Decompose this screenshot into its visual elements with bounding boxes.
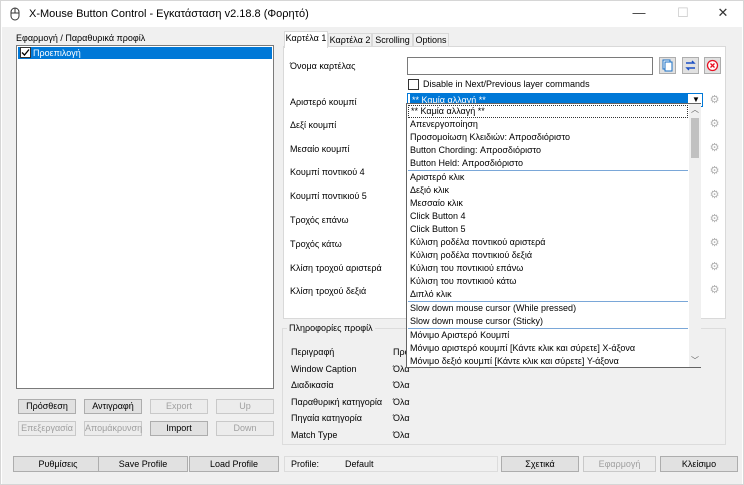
info-label-window-caption: Window Caption bbox=[291, 364, 357, 374]
up-button[interactable]: Up bbox=[216, 399, 274, 414]
info-label-window-class: Παραθυρική κατηγορία bbox=[291, 397, 383, 407]
row-label-wheel-down: Τροχός κάτω bbox=[290, 239, 342, 249]
title-bar: X-Mouse Button Control - Εγκατάσταση v2.… bbox=[1, 1, 743, 27]
info-label-match-type: Match Type bbox=[291, 430, 338, 440]
down-button[interactable]: Down bbox=[216, 421, 274, 436]
profile-status-field: Profile: Default bbox=[284, 456, 498, 472]
add-profile-button[interactable]: Πρόσθεση bbox=[18, 399, 76, 414]
info-value-parent-class: Όλα bbox=[393, 413, 410, 423]
import-button[interactable]: Import bbox=[150, 421, 208, 436]
gear-icon[interactable]: ⚙ bbox=[707, 236, 722, 250]
mouse-app-icon bbox=[10, 7, 20, 21]
load-profile-button[interactable]: Load Profile bbox=[189, 456, 279, 472]
info-value-window-class: Όλα bbox=[393, 397, 410, 407]
dropdown-item[interactable]: Κύλιση του ποντικιού κάτω bbox=[408, 275, 688, 288]
close-window-button[interactable]: ✕ bbox=[703, 1, 743, 25]
row-label-wheel-up: Τροχός επάνω bbox=[290, 215, 349, 225]
gear-icon[interactable]: ⚙ bbox=[707, 117, 722, 131]
gear-icon[interactable]: ⚙ bbox=[707, 283, 722, 297]
dropdown-item[interactable]: Slow down mouse cursor (While pressed) bbox=[408, 302, 688, 315]
dropdown-scrollbar[interactable]: ︿ ﹀ bbox=[689, 104, 701, 367]
info-value-match-type: Όλα bbox=[393, 430, 410, 440]
row-label-middle-button: Μεσαίο κουμπί bbox=[290, 144, 350, 154]
tab-clear-button[interactable] bbox=[704, 57, 721, 74]
apply-button[interactable]: Εφαρμογή bbox=[583, 456, 656, 472]
swap-arrows-icon bbox=[685, 60, 696, 71]
minimize-button[interactable]: — bbox=[619, 1, 659, 25]
row-label-right-button: Δεξί κουμπί bbox=[290, 120, 337, 130]
dropdown-item[interactable]: Μεσσαίο κλικ bbox=[408, 197, 688, 210]
dropdown-item[interactable]: Δεξιό κλικ bbox=[408, 184, 688, 197]
copy-profile-button[interactable]: Αντιγραφή bbox=[84, 399, 142, 414]
window-title: X-Mouse Button Control - Εγκατάσταση v2.… bbox=[29, 8, 309, 20]
dropdown-item[interactable]: Διπλό κλικ bbox=[408, 288, 688, 301]
dropdown-item[interactable]: Απενεργοποίηση bbox=[408, 118, 688, 131]
disable-layer-checkbox[interactable] bbox=[408, 79, 419, 90]
dropdown-item[interactable]: Μόνιμο Αριστερό Κουμπί bbox=[408, 329, 688, 342]
chevron-up-icon[interactable]: ︿ bbox=[689, 104, 701, 116]
clear-circle-icon bbox=[706, 59, 719, 72]
row-label-tilt-right: Κλίση τροχού δεξιά bbox=[290, 286, 367, 296]
copy-icon bbox=[662, 59, 673, 72]
gear-icon[interactable]: ⚙ bbox=[707, 260, 722, 274]
save-profile-button[interactable]: Save Profile bbox=[98, 456, 188, 472]
scrollbar-thumb[interactable] bbox=[691, 118, 699, 158]
info-label-process: Διαδικασία bbox=[291, 380, 334, 390]
dropdown-item[interactable]: Click Button 4 bbox=[408, 210, 688, 223]
dropdown-item[interactable]: Button Held: Απροσδιόριστο bbox=[408, 157, 688, 170]
tab-1[interactable]: Καρτέλα 1 bbox=[284, 31, 328, 48]
dropdown-item[interactable]: Κύλιση του ποντικιού επάνω bbox=[408, 262, 688, 275]
profile-checkbox[interactable] bbox=[20, 47, 31, 58]
tab-swap-button[interactable] bbox=[682, 57, 699, 74]
disable-layer-label: Disable in Next/Previous layer commands bbox=[423, 79, 590, 89]
close-button[interactable]: Κλείσιμο bbox=[660, 456, 738, 472]
dropdown-item[interactable]: Slow down mouse cursor (Sticky) bbox=[408, 315, 688, 328]
checkmark-icon bbox=[21, 49, 30, 56]
gear-icon[interactable]: ⚙ bbox=[707, 141, 722, 155]
chevron-down-icon[interactable]: ﹀ bbox=[689, 355, 701, 367]
dropdown-item[interactable]: Κύλιση ροδέλα ποντικού αριστερά bbox=[408, 236, 688, 249]
row-label-button-5: Κουμπί ποντικιού 5 bbox=[290, 191, 367, 201]
gear-icon[interactable]: ⚙ bbox=[707, 188, 722, 202]
profiles-list[interactable]: Προεπιλογή bbox=[16, 45, 274, 389]
remove-profile-button[interactable]: Απομάκρυνση bbox=[84, 421, 142, 436]
gear-icon[interactable]: ⚙ bbox=[707, 93, 722, 107]
dropdown-item[interactable]: Μόνιμο δεξιό κουμπί [Κάντε κλικ και σύρε… bbox=[408, 355, 688, 368]
info-value-process: Όλα bbox=[393, 380, 410, 390]
profile-info-header: Πληροφορίες προφίλ bbox=[287, 323, 375, 333]
main-window: X-Mouse Button Control - Εγκατάσταση v2.… bbox=[0, 0, 744, 485]
gear-icon[interactable]: ⚙ bbox=[707, 164, 722, 178]
profiles-header: Εφαρμογή / Παραθυρικά προφίλ bbox=[16, 33, 146, 43]
tab-name-input[interactable] bbox=[407, 57, 653, 75]
edit-profile-button[interactable]: Επεξεργασία bbox=[18, 421, 76, 436]
tab-copy-button[interactable] bbox=[659, 57, 676, 74]
profile-status-label: Profile: bbox=[291, 459, 320, 469]
dropdown-item[interactable]: Κύλιση ροδέλα ποντικιού δεξιά bbox=[408, 249, 688, 262]
about-button[interactable]: Σχετικά bbox=[501, 456, 579, 472]
dropdown-item[interactable]: Click Button 5 bbox=[408, 223, 688, 236]
profile-item-default[interactable]: Προεπιλογή bbox=[18, 47, 272, 59]
profile-status-value: Default bbox=[345, 459, 374, 469]
profile-item-label: Προεπιλογή bbox=[33, 48, 81, 58]
info-label-parent-class: Πηγαία κατηγορία bbox=[291, 413, 362, 423]
dropdown-item[interactable]: Μόνιμο αριστερό κουμπί [Κάντε κλικ και σ… bbox=[408, 342, 688, 355]
export-button[interactable]: Export bbox=[150, 399, 208, 414]
client-area: Εφαρμογή / Παραθυρικά προφίλ Προεπιλογή … bbox=[2, 27, 742, 484]
maximize-button: ☐ bbox=[677, 5, 689, 20]
settings-button[interactable]: Ρυθμίσεις bbox=[13, 456, 103, 472]
row-label-tilt-left: Κλίση τροχού αριστερά bbox=[290, 263, 382, 273]
action-dropdown-list[interactable]: ** Καμία αλλαγή ** Απενεργοποίηση Προσομ… bbox=[406, 103, 701, 368]
dropdown-item[interactable]: ** Καμία αλλαγή ** bbox=[408, 105, 688, 118]
row-label-left-button: Αριστερό κουμπί bbox=[290, 97, 357, 107]
gear-icon[interactable]: ⚙ bbox=[707, 212, 722, 226]
tab-name-label: Όνομα καρτέλας bbox=[290, 61, 356, 71]
row-label-button-4: Κουμπί ποντικού 4 bbox=[290, 167, 365, 177]
dropdown-item[interactable]: Αριστερό κλικ bbox=[408, 171, 688, 184]
dropdown-item[interactable]: Προσομοίωση Κλειδιών: Απροσδιόριστο bbox=[408, 131, 688, 144]
dropdown-item[interactable]: Button Chording: Απροσδιόριστο bbox=[408, 144, 688, 157]
info-label-description: Περιγραφή bbox=[291, 347, 335, 357]
